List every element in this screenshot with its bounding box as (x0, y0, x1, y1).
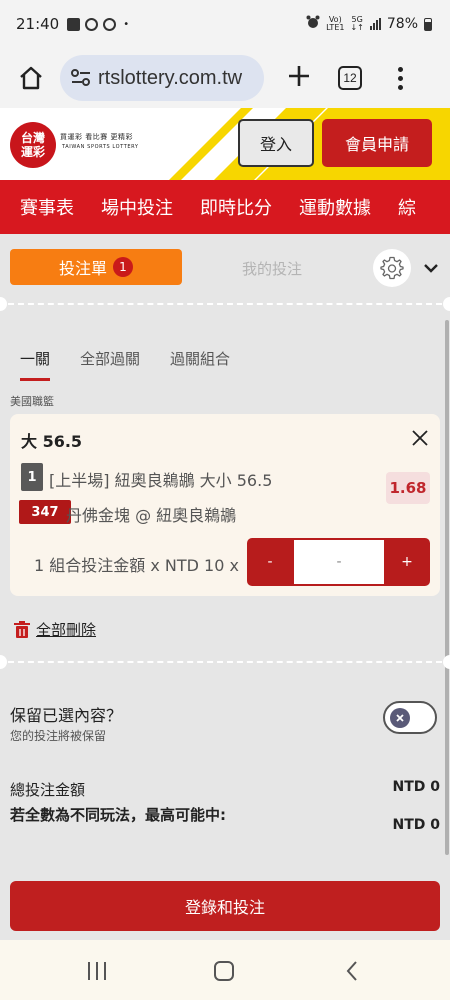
logo-mark: 台灣 運彩 (20, 131, 45, 159)
nav-item-live-scores[interactable]: 即時比分 (180, 194, 279, 220)
nav-item-schedule[interactable]: 賽事表 (0, 194, 81, 220)
login-and-bet-button[interactable]: 登錄和投注 (10, 881, 440, 931)
register-button[interactable]: 會員申請 (322, 119, 432, 167)
system-navigation-bar (0, 940, 450, 1000)
increase-stake-button[interactable]: + (384, 538, 430, 586)
tab-my-bets[interactable]: 我的投注 (190, 258, 354, 279)
logo[interactable]: 台灣 運彩 (10, 122, 56, 168)
odds-badge: 1.68 (386, 472, 430, 504)
browser-toolbar: rtslottery.com.tw 12 (0, 48, 450, 108)
divider (8, 303, 442, 305)
home-button[interactable] (12, 59, 50, 97)
clock: 21:40 (16, 15, 60, 33)
network-activity: ↓↑ (350, 23, 364, 32)
stake-input[interactable] (294, 540, 384, 584)
betslip-count-badge: 1 (113, 257, 133, 277)
leg-number: 1 (21, 463, 43, 491)
notch-left-2 (0, 655, 7, 669)
keep-selection-subtitle: 您的投注將被保留 (10, 729, 107, 743)
notch-right (443, 297, 450, 311)
bet-card: 大 56.5 1 [上半場] 紐奧良鵜鶘 大小 56.5 347 丹佛金塊 @ … (10, 414, 440, 596)
divider-2 (8, 661, 442, 663)
delete-all-button[interactable]: 全部刪除 (14, 619, 96, 640)
plus-icon (289, 65, 309, 86)
battery-icon (424, 17, 432, 31)
notch-right-2 (443, 655, 450, 669)
match-name: 丹佛金塊 @ 紐奧良鵜鶘 (66, 506, 237, 525)
gallery-notification-icon (67, 17, 81, 31)
network-gen-indicator: 5G ↓↑ (350, 16, 363, 32)
status-bar: 21:40 • Vo) LTE1 5G ↓↑ 78% (0, 0, 450, 48)
market-description: [上半場] 紐奧良鵜鶘 大小 56.5 (49, 471, 273, 490)
max-win-value: NTD 0 (392, 817, 440, 833)
remove-selection-button[interactable] (408, 426, 432, 450)
home-icon (20, 66, 42, 90)
site-settings-icon[interactable] (70, 68, 92, 88)
new-tab-button[interactable] (284, 61, 314, 96)
chevron-down-icon (424, 264, 438, 273)
stake-stepper: - + (247, 538, 430, 586)
url-text: rtslottery.com.tw (98, 66, 243, 89)
nav-item-sports-data[interactable]: 運動數據 (279, 194, 378, 220)
toggle-off-icon (390, 708, 410, 728)
main-nav: 賽事表 場中投注 即時比分 運動數據 綜 (0, 180, 450, 234)
alarm-icon (306, 15, 320, 33)
league-label: 美國職籃 (10, 395, 54, 408)
delete-all-label: 全部刪除 (36, 621, 97, 639)
tab-single[interactable]: 一關 (20, 348, 51, 381)
scrollbar[interactable] (445, 320, 449, 855)
tab-switcher-button[interactable]: 12 (338, 66, 362, 90)
total-stake-label: 總投注金額 (10, 781, 86, 799)
decrease-stake-button[interactable]: - (247, 538, 293, 586)
selection-title: 大 56.5 (21, 432, 83, 451)
login-button[interactable]: 登入 (238, 119, 314, 167)
tab-betslip[interactable]: 投注單 1 (10, 249, 182, 285)
site-header: 台灣 運彩 買運彩 看比賽 更精彩 TAIWAN SPORTS LOTTERY … (0, 108, 450, 180)
betslip-tab-label: 投注單 (58, 259, 107, 278)
stake-label: 1 組合投注金額 x NTD 10 x (34, 556, 239, 575)
notch-left (0, 297, 7, 311)
event-code-badge: 347 (19, 500, 71, 524)
settings-button[interactable] (373, 249, 411, 287)
tab-all-parlay[interactable]: 全部過關 (80, 348, 140, 381)
app-notification-icon (85, 17, 99, 31)
betslip-header: 投注單 1 我的投注 (0, 240, 450, 296)
more-notifications-dot: • (123, 18, 130, 30)
volte-bottom: LTE1 (326, 23, 345, 32)
battery-percent: 78% (386, 16, 418, 32)
bet-type-tabs: 一關 全部過關 過關組合 (20, 348, 230, 381)
nav-item-live-betting[interactable]: 場中投注 (81, 194, 180, 220)
back-icon (346, 961, 357, 981)
total-stake-value: NTD 0 (392, 779, 440, 795)
browser-menu-button[interactable] (398, 66, 403, 90)
logo-english: TAIWAN SPORTS LOTTERY (62, 144, 139, 150)
back-button[interactable] (342, 960, 362, 982)
volte-indicator: Vo) LTE1 (326, 16, 344, 32)
signal-icon (369, 18, 381, 30)
nav-item-more[interactable]: 綜 (378, 194, 423, 220)
home-nav-button[interactable] (214, 961, 234, 981)
close-icon (412, 430, 428, 446)
logo-tagline: 買運彩 看比賽 更精彩 (60, 133, 133, 141)
tab-parlay-combo[interactable]: 過關組合 (170, 348, 230, 381)
trash-icon (14, 620, 30, 638)
keep-selection-title: 保留已選內容？ (10, 706, 123, 725)
address-bar[interactable]: rtslottery.com.tw (60, 55, 264, 101)
app-notification-icon-2 (103, 17, 117, 31)
gear-icon (380, 256, 404, 280)
keep-selection-toggle[interactable] (383, 701, 437, 734)
collapse-button[interactable] (420, 258, 442, 278)
recent-apps-button[interactable] (88, 962, 106, 980)
max-win-label: 若全數為不同玩法，最高可能中: (10, 806, 227, 824)
